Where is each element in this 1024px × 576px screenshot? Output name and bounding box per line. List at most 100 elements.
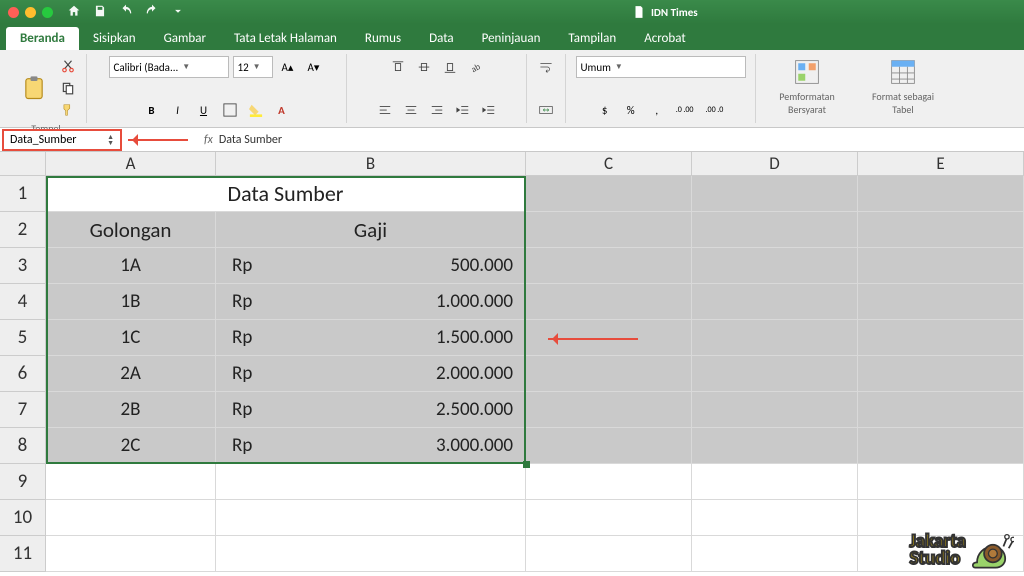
cell-e1[interactable] [858, 176, 1024, 212]
cell-c7[interactable] [526, 392, 692, 428]
row-header-3[interactable]: 3 [0, 248, 46, 284]
cell-e4[interactable] [858, 284, 1024, 320]
cell-d3[interactable] [692, 248, 858, 284]
tab-rumus[interactable]: Rumus [351, 27, 415, 50]
tab-tataletak[interactable]: Tata Letak Halaman [220, 27, 351, 50]
cell-e7[interactable] [858, 392, 1024, 428]
orientation-button[interactable]: ab [465, 56, 487, 78]
cell-b6[interactable]: Rp2.000.000 [216, 356, 526, 392]
cell-c4[interactable] [526, 284, 692, 320]
comma-button[interactable]: , [646, 99, 668, 121]
merge-button[interactable] [535, 99, 557, 121]
number-format-select[interactable]: Umum▼ [576, 56, 746, 78]
row-header-11[interactable]: 11 [0, 536, 46, 572]
cell-b5[interactable]: Rp1.500.000 [216, 320, 526, 356]
cell-d9[interactable] [692, 464, 858, 500]
align-bottom-button[interactable] [439, 56, 461, 78]
row-header-8[interactable]: 8 [0, 428, 46, 464]
redo-icon[interactable] [145, 4, 159, 21]
tab-sisipkan[interactable]: Sisipkan [79, 27, 150, 50]
cell-d1[interactable] [692, 176, 858, 212]
border-button[interactable] [219, 99, 241, 121]
home-icon[interactable] [67, 4, 81, 21]
column-header-b[interactable]: B [216, 152, 526, 176]
font-name-select[interactable]: Calibri (Bada...▼ [109, 56, 229, 78]
cut-button[interactable] [58, 56, 78, 76]
cell-a11[interactable] [46, 536, 216, 572]
row-header-10[interactable]: 10 [0, 500, 46, 536]
cell-a4[interactable]: 1B [46, 284, 216, 320]
cell-header-gaji[interactable]: Gaji [216, 212, 526, 248]
name-box[interactable]: Data_Sumber ▲▼ [2, 129, 122, 151]
format-painter-button[interactable] [58, 100, 78, 120]
underline-button[interactable]: U [193, 99, 215, 121]
copy-button[interactable] [58, 78, 78, 98]
decrease-font-button[interactable]: A▾ [303, 56, 325, 78]
cell-d8[interactable] [692, 428, 858, 464]
bold-button[interactable]: B [141, 99, 163, 121]
align-center-button[interactable] [400, 99, 422, 121]
tab-data[interactable]: Data [415, 27, 468, 50]
save-icon[interactable] [93, 4, 107, 21]
cell-a10[interactable] [46, 500, 216, 536]
cell-d10[interactable] [692, 500, 858, 536]
cell-a9[interactable] [46, 464, 216, 500]
cell-d2[interactable] [692, 212, 858, 248]
cell-d11[interactable] [692, 536, 858, 572]
row-header-1[interactable]: 1 [0, 176, 46, 212]
select-all-corner[interactable] [0, 152, 46, 176]
row-header-4[interactable]: 4 [0, 284, 46, 320]
decrease-indent-button[interactable] [452, 99, 474, 121]
increase-font-button[interactable]: A▴ [277, 56, 299, 78]
cell-c11[interactable] [526, 536, 692, 572]
align-middle-button[interactable] [413, 56, 435, 78]
fill-color-button[interactable] [245, 99, 267, 121]
column-header-e[interactable]: E [858, 152, 1024, 176]
formula-text[interactable]: Data Sumber [219, 133, 282, 147]
row-header-9[interactable]: 9 [0, 464, 46, 500]
cell-e2[interactable] [858, 212, 1024, 248]
tab-tampilan[interactable]: Tampilan [554, 27, 630, 50]
row-header-2[interactable]: 2 [0, 212, 46, 248]
align-right-button[interactable] [426, 99, 448, 121]
percent-button[interactable]: % [620, 99, 642, 121]
cell-a7[interactable]: 2B [46, 392, 216, 428]
name-box-spinner[interactable]: ▲▼ [107, 134, 114, 146]
cell-c1[interactable] [526, 176, 692, 212]
column-header-a[interactable]: A [46, 152, 216, 176]
cell-b11[interactable] [216, 536, 526, 572]
maximize-window-button[interactable] [42, 7, 53, 18]
cell-e3[interactable] [858, 248, 1024, 284]
cell-c10[interactable] [526, 500, 692, 536]
cells-area[interactable]: Data Sumber Golongan Gaji 1A Rp500.000 1… [46, 176, 1024, 572]
decrease-decimal-button[interactable]: .00 .0 [702, 99, 728, 121]
cell-b3[interactable]: Rp500.000 [216, 248, 526, 284]
tab-peninjauan[interactable]: Peninjauan [468, 27, 555, 50]
cell-d7[interactable] [692, 392, 858, 428]
cell-c9[interactable] [526, 464, 692, 500]
cell-title[interactable]: Data Sumber [46, 176, 526, 212]
cell-e9[interactable] [858, 464, 1024, 500]
column-header-d[interactable]: D [692, 152, 858, 176]
cell-b4[interactable]: Rp1.000.000 [216, 284, 526, 320]
format-as-table-button[interactable]: Format sebagai Tabel [860, 56, 946, 118]
cell-b10[interactable] [216, 500, 526, 536]
font-size-select[interactable]: 12▼ [233, 56, 273, 78]
row-header-7[interactable]: 7 [0, 392, 46, 428]
increase-decimal-button[interactable]: .0 .00 [672, 99, 698, 121]
align-top-button[interactable] [387, 56, 409, 78]
cell-d4[interactable] [692, 284, 858, 320]
cell-e5[interactable] [858, 320, 1024, 356]
cell-d6[interactable] [692, 356, 858, 392]
cell-c6[interactable] [526, 356, 692, 392]
wrap-text-button[interactable] [535, 56, 557, 78]
tab-gambar[interactable]: Gambar [150, 27, 220, 50]
conditional-format-button[interactable]: Pemformatan Bersyarat [764, 56, 850, 118]
tab-acrobat[interactable]: Acrobat [630, 27, 700, 50]
cell-c3[interactable] [526, 248, 692, 284]
cell-d5[interactable] [692, 320, 858, 356]
fx-icon[interactable]: fx [204, 133, 213, 147]
align-left-button[interactable] [374, 99, 396, 121]
italic-button[interactable]: I [167, 99, 189, 121]
minimize-window-button[interactable] [25, 7, 36, 18]
